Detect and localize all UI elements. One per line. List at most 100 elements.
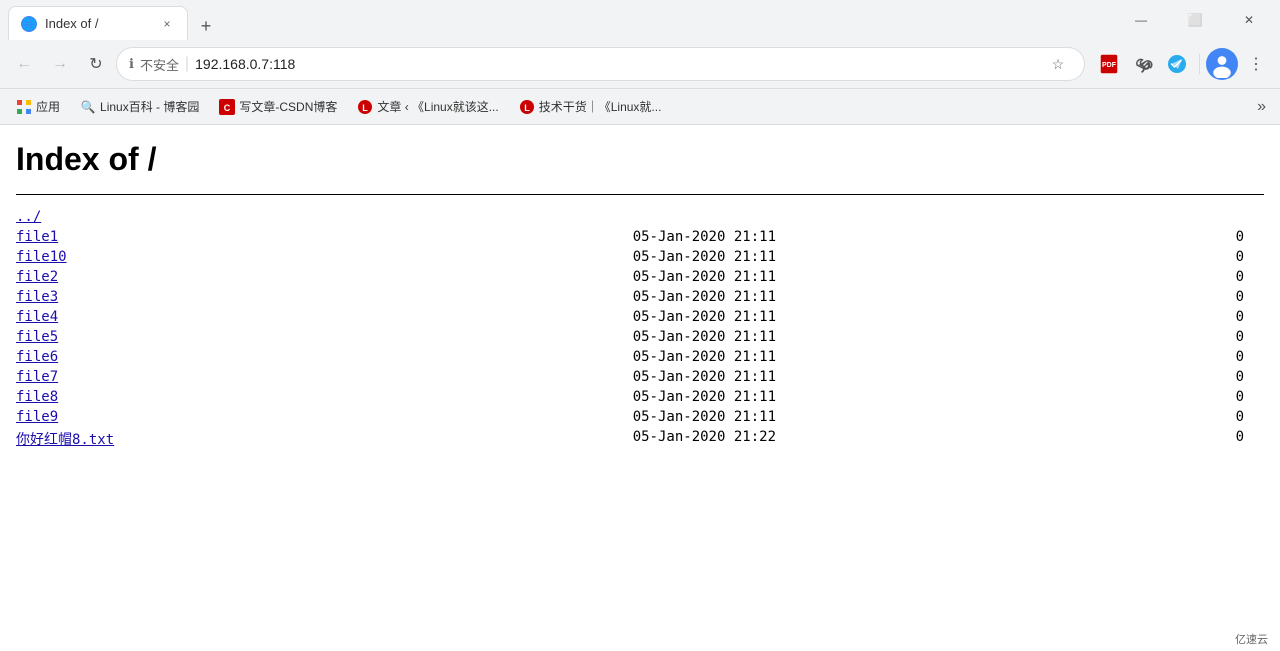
linuxbike-icon: 🔍 [80,99,96,115]
file-size: 0 [816,387,1264,407]
toolbar-icons: PDF [1093,48,1272,80]
toolbar-separator [1199,54,1200,74]
address-input[interactable]: ℹ 不安全 | 192.168.0.7:118 ☆ [116,47,1085,81]
file-link[interactable]: file10 [16,249,67,265]
profile-button[interactable] [1206,48,1238,80]
file-link[interactable]: file1 [16,229,58,245]
window-controls: — ⬜ ✕ [1118,4,1272,36]
menu-button[interactable]: ⋮ [1240,48,1272,80]
file-link[interactable]: ../ [16,209,41,225]
linux1-icon: L [357,99,373,115]
file-row: 你好红帽8.txt 05-Jan-2020 21:220 [16,427,1264,451]
svg-text:C: C [224,103,231,113]
bookmark-star-button[interactable]: ☆ [1044,50,1072,78]
svg-text:L: L [363,103,369,113]
page-heading: Index of / [16,141,1264,178]
back-button[interactable]: ← [8,48,40,80]
file-size: 0 [816,287,1264,307]
bookmark-apps-label: 应用 [36,98,60,115]
telegram-button[interactable] [1161,48,1193,80]
file-size: 0 [816,227,1264,247]
svg-text:PDF: PDF [1102,62,1117,69]
title-bar: Index of / × + — ⬜ ✕ [0,0,1280,40]
file-date: 05-Jan-2020 21:11 [516,347,816,367]
bookmark-csdn[interactable]: C 写文章-CSDN博客 [211,94,345,120]
file-size: 0 [816,327,1264,347]
tab-close-button[interactable]: × [159,16,175,32]
bookmarks-bar: 应用 🔍 Linux百科 - 博客园 C 写文章-CSDN博客 L 文章 ‹ 《… [0,88,1280,124]
tab-favicon [21,16,37,32]
file-link[interactable]: file7 [16,369,58,385]
bookmark-linux1[interactable]: L 文章 ‹ 《Linux就该这... [349,94,506,120]
tab-strip: Index of / × + [8,0,1118,40]
file-date [516,207,816,227]
file-date: 05-Jan-2020 21:11 [516,327,816,347]
link-extension-button[interactable] [1127,48,1159,80]
forward-button[interactable]: → [44,48,76,80]
browser-chrome: Index of / × + — ⬜ ✕ ← → ↻ ℹ 不安全 | 192.1… [0,0,1280,125]
file-size: 0 [816,367,1264,387]
file-row: file405-Jan-2020 21:110 [16,307,1264,327]
active-tab[interactable]: Index of / × [8,6,188,40]
bookmark-apps[interactable]: 应用 [8,94,68,120]
file-row: file8 05-Jan-2020 21:110 [16,387,1264,407]
file-date: 05-Jan-2020 21:11 [516,247,816,267]
file-date: 05-Jan-2020 21:11 [516,387,816,407]
file-date: 05-Jan-2020 21:11 [516,287,816,307]
minimize-button[interactable]: — [1118,4,1164,36]
csdn-icon: C [219,99,235,115]
file-row: file10 05-Jan-2020 21:110 [16,247,1264,267]
file-date: 05-Jan-2020 21:11 [516,367,816,387]
pdf-extension-button[interactable]: PDF [1093,48,1125,80]
file-link[interactable]: file9 [16,409,58,425]
page-divider [16,194,1264,195]
file-listing-table: ../file105-Jan-2020 21:110file1005-Jan-2… [16,207,1264,451]
file-row: file2 05-Jan-2020 21:110 [16,267,1264,287]
file-row: file9 05-Jan-2020 21:110 [16,407,1264,427]
file-row: file7 05-Jan-2020 21:110 [16,367,1264,387]
file-size: 0 [816,407,1264,427]
address-url: 192.168.0.7:118 [195,56,1038,72]
watermark: 亿速云 [1223,627,1280,651]
file-link[interactable]: file6 [16,349,58,365]
close-button[interactable]: ✕ [1226,4,1272,36]
file-row: file6 05-Jan-2020 21:110 [16,347,1264,367]
apps-icon [16,99,32,115]
tab-title: Index of / [45,16,151,31]
file-link[interactable]: file2 [16,269,58,285]
file-date: 05-Jan-2020 21:11 [516,227,816,247]
address-separator: | [185,55,189,73]
file-size: 0 [816,267,1264,287]
bookmark-linuxbike-label: Linux百科 - 博客园 [100,98,199,115]
file-row: ../ [16,207,1264,227]
file-date: 05-Jan-2020 21:11 [516,407,816,427]
file-size [816,207,1264,227]
file-size: 0 [816,427,1264,451]
file-link[interactable]: file3 [16,289,58,305]
address-icons: ☆ [1044,50,1072,78]
bookmark-csdn-label: 写文章-CSDN博客 [239,98,337,115]
bookmark-linux1-label: 文章 ‹ 《Linux就该这... [377,98,498,115]
file-link[interactable]: file8 [16,389,58,405]
file-link[interactable]: 你好红帽8.txt [16,432,114,448]
file-row: file1 05-Jan-2020 21:110 [16,227,1264,247]
file-link[interactable]: file5 [16,329,58,345]
svg-text:L: L [524,103,530,113]
file-size: 0 [816,347,1264,367]
bookmarks-more-button[interactable]: » [1251,94,1272,120]
file-date: 05-Jan-2020 21:11 [516,307,816,327]
bookmark-linux2-label: 技术干货｜《Linux就... [539,98,662,115]
linux2-icon: L [519,99,535,115]
maximize-button[interactable]: ⬜ [1172,4,1218,36]
refresh-button[interactable]: ↻ [80,48,112,80]
new-tab-button[interactable]: + [192,12,220,40]
security-icon: ℹ [129,56,134,72]
address-bar: ← → ↻ ℹ 不安全 | 192.168.0.7:118 ☆ PDF [0,40,1280,88]
bookmark-linuxbike[interactable]: 🔍 Linux百科 - 博客园 [72,94,207,120]
file-row: file3 05-Jan-2020 21:110 [16,287,1264,307]
bookmark-linux2[interactable]: L 技术干货｜《Linux就... [511,94,670,120]
file-date: 05-Jan-2020 21:22 [516,427,816,451]
file-size: 0 [816,247,1264,267]
file-date: 05-Jan-2020 21:11 [516,267,816,287]
file-link[interactable]: file4 [16,309,58,325]
